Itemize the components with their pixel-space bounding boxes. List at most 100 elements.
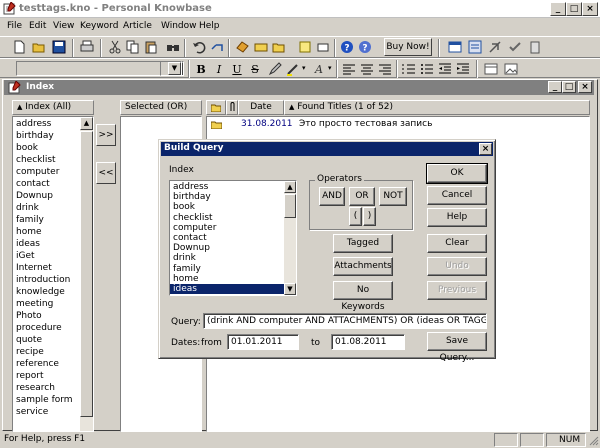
add-to-selected-button[interactable]: >>	[96, 124, 116, 146]
list-item[interactable]: address	[170, 182, 284, 192]
help-icon[interactable]: ?	[338, 38, 356, 56]
check-icon[interactable]	[506, 38, 524, 56]
list-item[interactable]: contact	[170, 233, 284, 243]
chevron-down-icon[interactable]: ▼	[168, 62, 181, 75]
font-size-select[interactable]: ▼	[160, 61, 182, 76]
scroll-up-icon[interactable]: ▲	[284, 181, 296, 193]
context-help-icon[interactable]: ?	[356, 38, 374, 56]
keyword-icon[interactable]	[234, 38, 252, 56]
bullet-list-icon[interactable]	[418, 60, 436, 78]
indent-icon[interactable]	[454, 60, 472, 78]
align-right-icon[interactable]	[376, 60, 394, 78]
list-item[interactable]: service	[13, 406, 79, 418]
save-query-button[interactable]: Save Query...	[427, 332, 487, 363]
scroll-down-icon[interactable]: ▼	[284, 283, 296, 295]
scroll-up-icon[interactable]: ▲	[80, 117, 93, 130]
folder-column-header[interactable]	[206, 100, 226, 115]
list-item[interactable]: drink	[170, 253, 284, 263]
list-item[interactable]: computer	[13, 166, 79, 178]
open-paren-button[interactable]: (	[349, 207, 362, 226]
table-row[interactable]: 31.08.2011 Это просто тестовая запись	[207, 118, 589, 131]
options-icon[interactable]	[486, 38, 504, 56]
ok-button[interactable]: OK	[426, 163, 488, 184]
undo-button[interactable]: Undo	[427, 257, 487, 276]
attachments-button[interactable]: Attachments	[333, 257, 393, 276]
list-item[interactable]: recipe	[13, 346, 79, 358]
menu-keyword[interactable]: Keyword	[80, 21, 118, 31]
underline-button[interactable]: U	[228, 60, 246, 78]
chevron-down-icon[interactable]: ▾	[328, 64, 332, 72]
not-operator-button[interactable]: NOT	[379, 187, 407, 206]
maximize-button[interactable]: □	[562, 81, 576, 93]
list-item[interactable]: Downup	[170, 243, 284, 253]
list-item[interactable]: book	[170, 202, 284, 212]
align-center-icon[interactable]	[358, 60, 376, 78]
clipboard-icon[interactable]	[526, 38, 544, 56]
minimize-button[interactable]: _	[550, 2, 566, 16]
date-to-input[interactable]: 01.08.2011	[331, 334, 405, 350]
properties-icon[interactable]	[466, 38, 484, 56]
new-file-icon[interactable]	[10, 38, 28, 56]
list-item[interactable]: research	[13, 382, 79, 394]
note-icon[interactable]	[296, 38, 314, 56]
list-item[interactable]: procedure	[13, 322, 79, 334]
list-item[interactable]: home	[13, 226, 79, 238]
or-operator-button[interactable]: OR	[349, 187, 375, 206]
list-item[interactable]: report	[13, 370, 79, 382]
font-color-icon[interactable]: A	[310, 60, 328, 78]
list-item[interactable]: book	[13, 142, 79, 154]
list-item[interactable]: address	[13, 118, 79, 130]
maximize-button[interactable]: □	[566, 2, 582, 16]
pencil-icon[interactable]	[266, 60, 284, 78]
menu-edit[interactable]: Edit	[29, 21, 46, 31]
query-input[interactable]: (drink AND computer AND ATTACHMENTS) OR …	[203, 313, 487, 329]
list-item[interactable]: family	[170, 264, 284, 274]
link-icon[interactable]	[208, 38, 226, 56]
previous-button[interactable]: Previous	[427, 281, 487, 300]
and-operator-button[interactable]: AND	[319, 187, 345, 206]
no-keywords-button[interactable]: No Keywords	[333, 281, 393, 312]
help-button[interactable]: Help	[427, 208, 487, 227]
date-column-header[interactable]: Date	[238, 100, 284, 115]
remove-from-selected-button[interactable]: <<	[96, 162, 116, 184]
undo-icon[interactable]	[190, 38, 208, 56]
align-left-icon[interactable]	[340, 60, 358, 78]
list-item[interactable]: knowledge	[13, 286, 79, 298]
menu-window[interactable]: Window	[161, 21, 197, 31]
attachment-column-header[interactable]	[226, 100, 238, 115]
insert-date-icon[interactable]	[482, 60, 500, 78]
copy-icon[interactable]	[124, 38, 142, 56]
index-list[interactable]: address birthday book checklist computer cont…	[12, 116, 94, 432]
list-item[interactable]: ideas	[170, 283, 284, 294]
list-item[interactable]: quote	[13, 334, 79, 346]
list-item[interactable]: checklist	[170, 213, 284, 223]
open-folder-icon[interactable]	[30, 38, 48, 56]
strikethrough-button[interactable]: S	[246, 60, 264, 78]
italic-button[interactable]: I	[210, 60, 228, 78]
menu-help[interactable]: Help	[199, 21, 220, 31]
scroll-thumb[interactable]	[80, 131, 93, 417]
list-item[interactable]: checklist	[13, 154, 79, 166]
close-button[interactable]: ×	[582, 2, 598, 16]
find-icon[interactable]	[164, 38, 182, 56]
insert-image-icon[interactable]	[502, 60, 520, 78]
menu-file[interactable]: File	[7, 21, 22, 31]
font-name-select[interactable]: ▼	[16, 61, 184, 76]
save-icon[interactable]	[50, 38, 68, 56]
list-item[interactable]: Internet	[13, 262, 79, 274]
list-item[interactable]: introduction	[13, 274, 79, 286]
dialog-index-list[interactable]: address birthday book checklist computer cont…	[169, 180, 297, 296]
list-item[interactable]: meeting	[13, 298, 79, 310]
date-from-input[interactable]: 01.01.2011	[227, 334, 299, 350]
selected-header[interactable]: Selected (OR)	[120, 100, 202, 115]
list-item[interactable]: computer	[170, 223, 284, 233]
scroll-thumb[interactable]	[284, 194, 296, 218]
found-titles-header[interactable]: ▲ Found Titles (1 of 52)	[284, 100, 590, 115]
chevron-down-icon[interactable]: ▾	[302, 64, 306, 72]
bold-button[interactable]: B	[192, 60, 210, 78]
print-icon[interactable]	[78, 38, 96, 56]
blank-page-icon[interactable]	[314, 38, 332, 56]
tagged-button[interactable]: Tagged	[333, 234, 393, 253]
list-item[interactable]: Photo	[13, 310, 79, 322]
buy-now-button[interactable]: Buy Now!	[384, 38, 432, 56]
